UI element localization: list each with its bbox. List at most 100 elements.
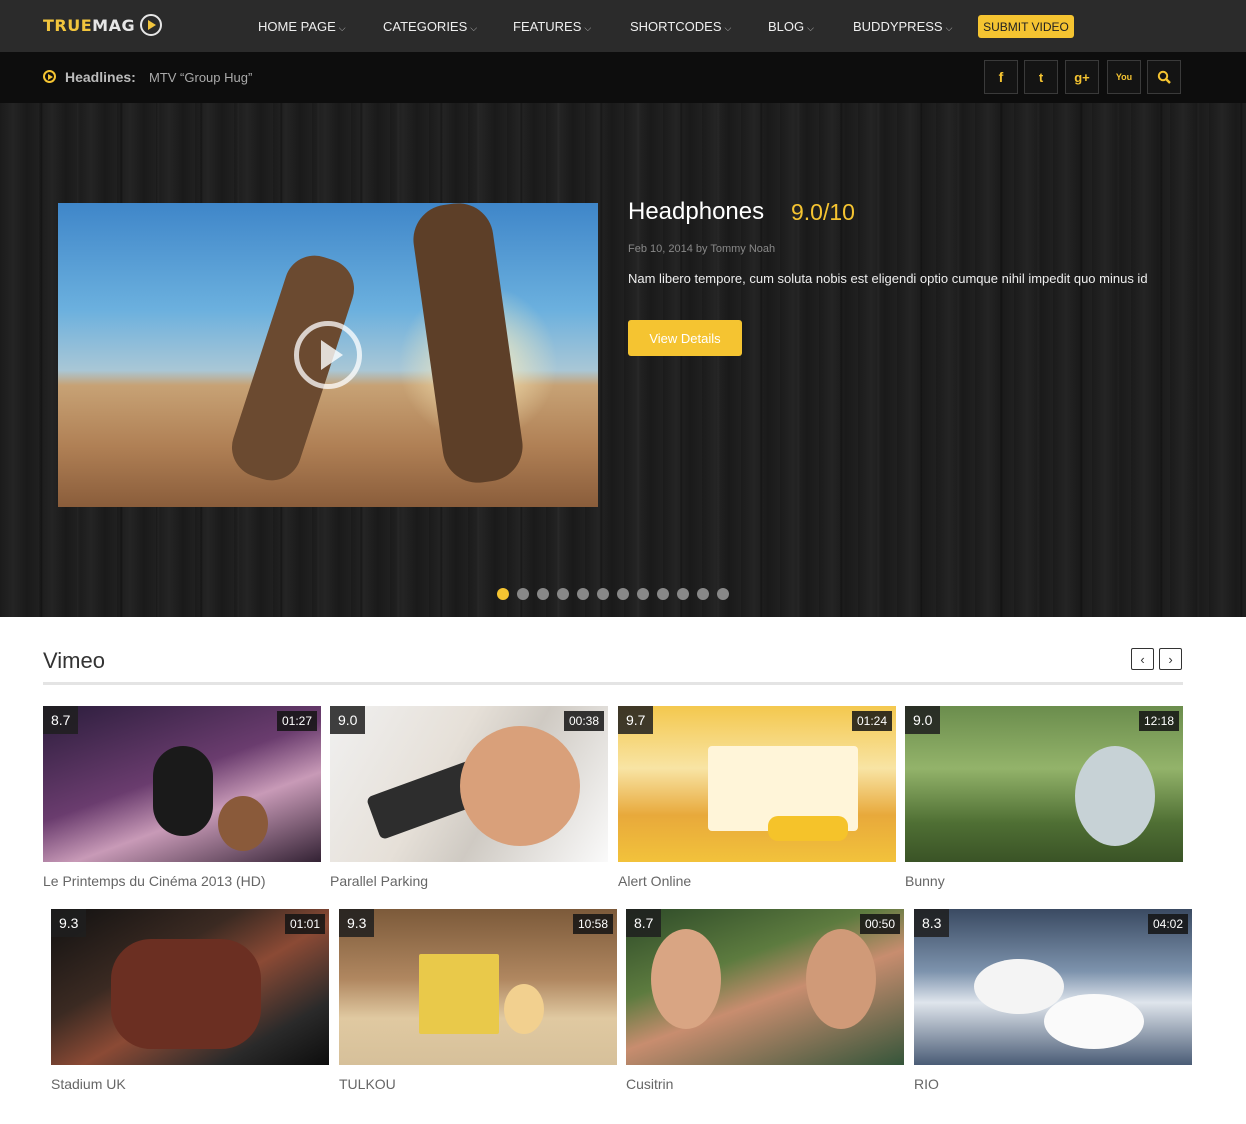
thumbnail-art	[651, 929, 721, 1029]
duration-badge: 00:50	[859, 914, 900, 934]
video-title[interactable]: Le Printemps du Cinéma 2013 (HD)	[43, 873, 266, 889]
twitter-icon[interactable]: t	[1024, 60, 1058, 94]
slider-dot[interactable]	[537, 588, 549, 600]
video-title[interactable]: Bunny	[905, 873, 945, 889]
thumbnail-art	[504, 984, 544, 1034]
nav-home-page[interactable]: HOME PAGE ⌵	[258, 19, 346, 34]
video-card[interactable]: 9.3 10:58	[339, 909, 617, 1065]
hero-title[interactable]: Headphones	[628, 198, 764, 226]
thumbnail-art	[460, 726, 580, 846]
thumbnail-art	[419, 954, 499, 1034]
hero-slider: Headphones 9.0/10 Feb 10, 2014 by Tommy …	[0, 103, 1246, 617]
logo-text: TRUEMAG	[43, 16, 135, 35]
video-title[interactable]: Parallel Parking	[330, 873, 428, 889]
hero-rating: 9.0/10	[791, 199, 855, 225]
duration-badge: 01:01	[284, 914, 325, 934]
view-details-button[interactable]: View Details	[628, 320, 742, 356]
rating-badge: 8.7	[43, 706, 79, 734]
video-card[interactable]: 8.3 04:02	[914, 909, 1192, 1065]
rating-badge: 9.3	[339, 909, 375, 937]
rating-badge: 8.3	[914, 909, 950, 937]
video-title[interactable]: Stadium UK	[51, 1076, 126, 1092]
duration-badge: 12:18	[1138, 711, 1179, 731]
video-card[interactable]: 9.7 01:24	[618, 706, 896, 862]
headlines-label: Headlines:	[65, 69, 136, 85]
headlines-bar: Headlines: MTV “Group Hug” f t g+ You	[0, 52, 1246, 103]
chevron-down-icon: ⌵	[584, 23, 592, 33]
rating-badge: 8.7	[626, 909, 662, 937]
rating-badge: 9.3	[51, 909, 87, 937]
nav-categories[interactable]: CATEGORIES ⌵	[383, 19, 477, 34]
nav-label: SHORTCODES	[630, 19, 722, 34]
duration-badge: 00:38	[563, 711, 604, 731]
slider-dot[interactable]	[597, 588, 609, 600]
slider-dot[interactable]	[697, 588, 709, 600]
video-title[interactable]: TULKOU	[339, 1076, 396, 1092]
thumbnail-art	[153, 746, 213, 836]
chevron-down-icon: ⌵	[945, 23, 953, 33]
duration-badge: 01:27	[276, 711, 317, 731]
search-glyph	[1157, 70, 1171, 84]
logo-part-2: MAG	[92, 15, 136, 35]
submit-video-button[interactable]: SUBMIT VIDEO	[978, 15, 1074, 38]
nav-buddypress[interactable]: BUDDYPRESS ⌵	[853, 19, 952, 34]
slider-dot[interactable]	[557, 588, 569, 600]
carousel-next-button[interactable]: ›	[1159, 648, 1182, 670]
video-title[interactable]: Alert Online	[618, 873, 691, 889]
video-title[interactable]: RIO	[914, 1076, 939, 1092]
thumbnail-art	[806, 929, 876, 1029]
rating-badge: 9.0	[905, 706, 941, 734]
play-circle-icon	[43, 70, 56, 83]
chevron-down-icon: ⌵	[470, 23, 478, 33]
youtube-icon[interactable]: You	[1107, 60, 1141, 94]
search-icon[interactable]	[1147, 60, 1181, 94]
thumbnail-art	[768, 816, 848, 841]
logo-part-1: TRUE	[43, 15, 93, 35]
slider-dot[interactable]	[657, 588, 669, 600]
hero-meta: Feb 10, 2014 by Tommy Noah	[628, 243, 776, 255]
slider-pagination	[497, 588, 729, 600]
video-card[interactable]: 9.0 00:38	[330, 706, 608, 862]
video-card[interactable]: 9.0 12:18	[905, 706, 1183, 862]
duration-badge: 01:24	[851, 711, 892, 731]
slider-dot[interactable]	[677, 588, 689, 600]
video-card[interactable]: 8.7 01:27	[43, 706, 321, 862]
nav-shortcodes[interactable]: SHORTCODES ⌵	[630, 19, 731, 34]
nav-blog[interactable]: BLOG ⌵	[768, 19, 814, 34]
nav-label: HOME PAGE	[258, 19, 336, 34]
headline-link[interactable]: MTV “Group Hug”	[149, 70, 252, 85]
nav-features[interactable]: FEATURES ⌵	[513, 19, 591, 34]
slider-dot[interactable]	[497, 588, 509, 600]
duration-badge: 04:02	[1147, 914, 1188, 934]
top-navbar: TRUEMAG HOME PAGE ⌵ CATEGORIES ⌵ FEATURES ⌵…	[0, 0, 1246, 52]
slider-dot[interactable]	[617, 588, 629, 600]
video-title[interactable]: Cusitrin	[626, 1076, 673, 1092]
section-title: Vimeo	[43, 648, 105, 673]
thumbnail-art	[1044, 994, 1144, 1049]
play-icon[interactable]	[294, 321, 362, 389]
site-logo[interactable]: TRUEMAG	[43, 14, 163, 36]
facebook-icon[interactable]: f	[984, 60, 1018, 94]
hero-video-thumbnail[interactable]	[58, 203, 598, 507]
slider-dot[interactable]	[577, 588, 589, 600]
rating-badge: 9.7	[618, 706, 654, 734]
nav-label: BUDDYPRESS	[853, 19, 943, 34]
video-card[interactable]: 8.7 00:50	[626, 909, 904, 1065]
duration-badge: 10:58	[572, 914, 613, 934]
slider-dot[interactable]	[517, 588, 529, 600]
chevron-down-icon: ⌵	[807, 23, 814, 33]
hero-description: Nam libero tempore, cum soluta nobis est…	[628, 271, 1148, 286]
section-divider	[43, 682, 1183, 685]
thumbnail-art	[974, 959, 1064, 1014]
slider-dot[interactable]	[717, 588, 729, 600]
google-plus-icon[interactable]: g+	[1065, 60, 1099, 94]
nav-label: FEATURES	[513, 19, 582, 34]
carousel-prev-button[interactable]: ‹	[1131, 648, 1154, 670]
video-card[interactable]: 9.3 01:01	[51, 909, 329, 1065]
thumbnail-art	[218, 796, 268, 851]
thumbnail-art	[111, 939, 261, 1049]
logo-play-icon	[140, 14, 163, 36]
nav-label: BLOG	[768, 19, 805, 34]
slider-dot[interactable]	[637, 588, 649, 600]
chevron-down-icon: ⌵	[338, 23, 346, 33]
